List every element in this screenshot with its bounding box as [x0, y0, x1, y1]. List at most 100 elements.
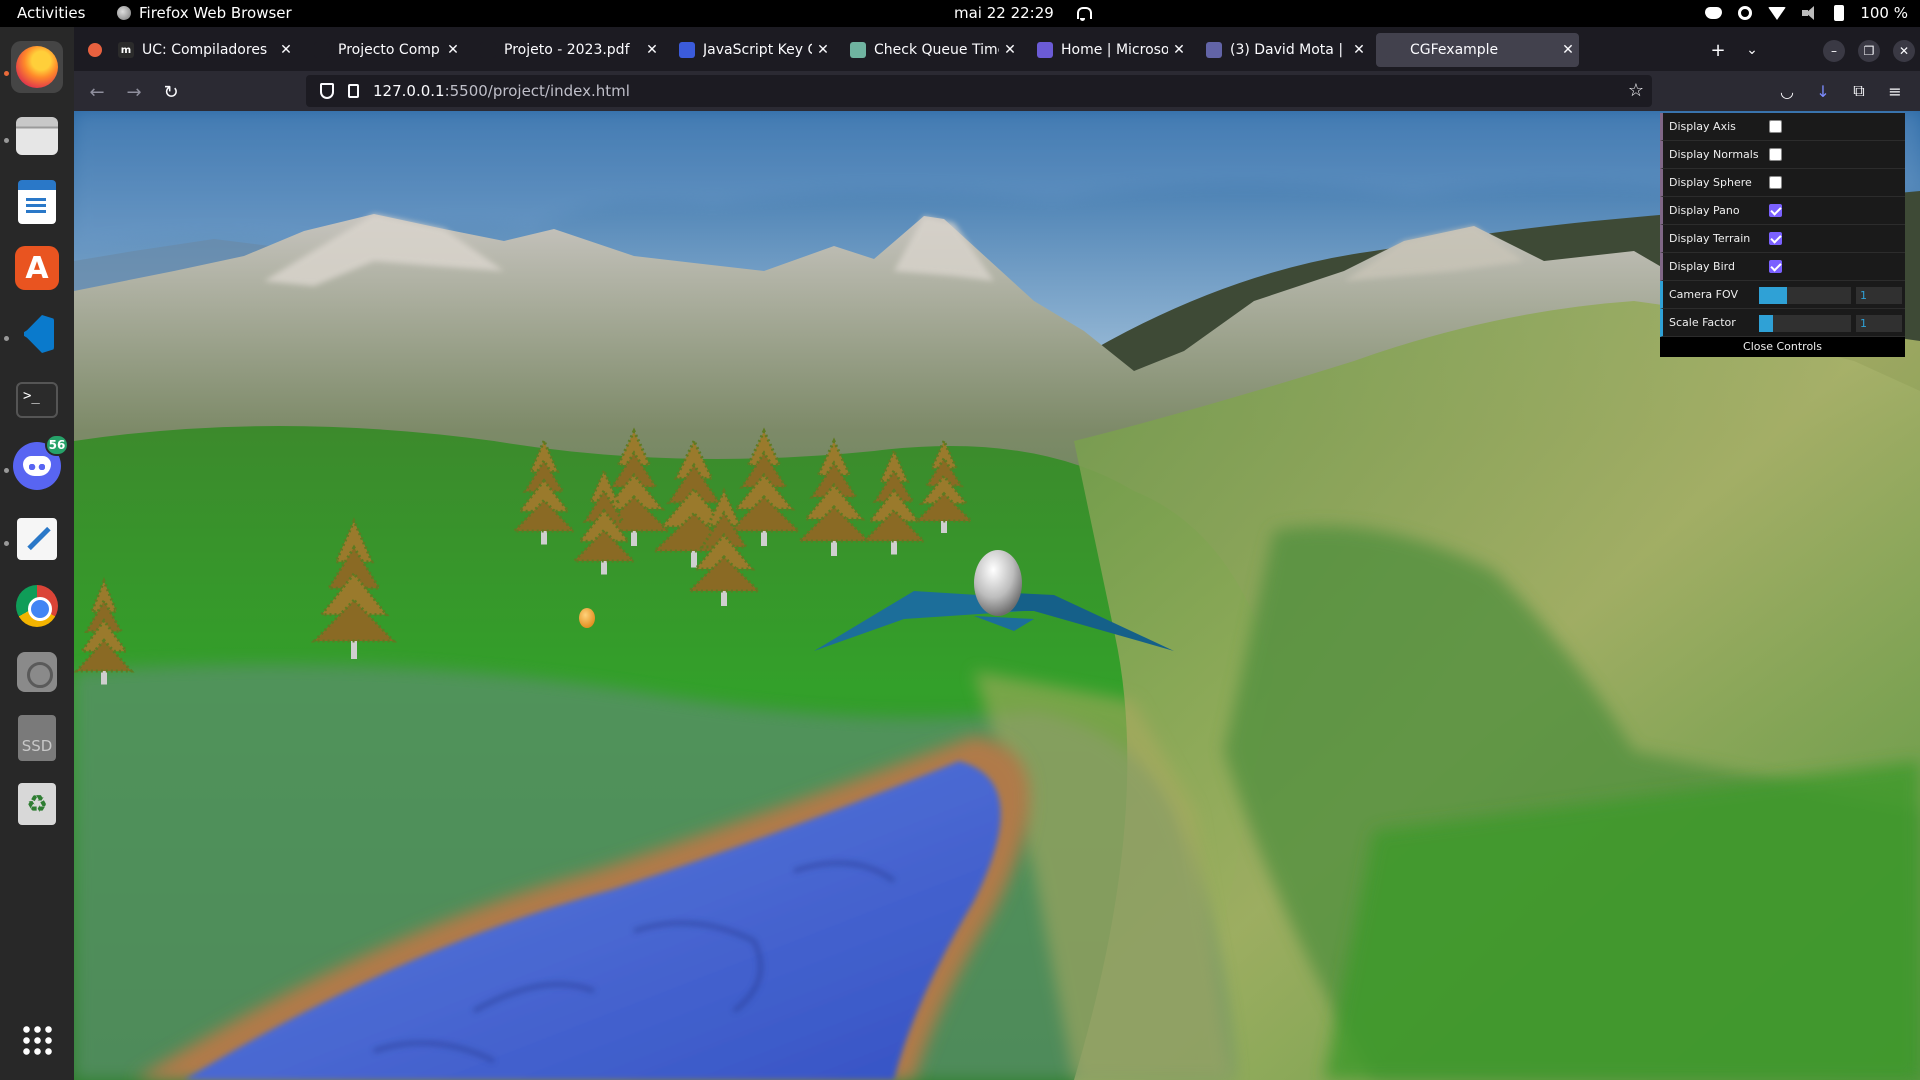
tab-4[interactable]: JavaScript Key Code Ev✕ [669, 33, 834, 67]
url-text[interactable]: 127.0.0.1:5500/project/index.html [373, 82, 630, 100]
running-indicator [4, 336, 9, 341]
tab-title: Home | Microsoft 365 [1061, 42, 1168, 58]
tab-title: JavaScript Key Code Ev [703, 42, 812, 58]
tab-close-icon[interactable]: ✕ [275, 42, 297, 58]
tab-title: Check Queue Time [874, 42, 999, 58]
tab-7[interactable]: (3) David Mota | Micro✕ [1196, 33, 1370, 67]
dock-software[interactable]: A [11, 242, 63, 294]
forward-button[interactable]: → [121, 79, 147, 105]
show-apps-button[interactable] [11, 1014, 63, 1066]
tab-close-icon[interactable]: ✕ [1168, 42, 1190, 58]
files-icon [16, 117, 58, 155]
close-window-button[interactable]: ✕ [1893, 40, 1915, 62]
dock-text-editor[interactable] [11, 513, 63, 565]
bird-egg [579, 608, 595, 628]
gui-checkbox[interactable] [1769, 120, 1782, 133]
tab-close-icon[interactable]: ✕ [641, 42, 663, 58]
tracking-protection-icon[interactable] [320, 83, 334, 99]
gui-row-display-normals: Display Normals [1660, 141, 1905, 169]
tab-close-icon[interactable]: ✕ [1348, 42, 1370, 58]
gui-slider[interactable] [1759, 315, 1851, 332]
extensions-button[interactable]: ⧉ [1848, 80, 1870, 102]
tab-2[interactable]: Projecto Comp 2022-2023✕ [304, 33, 464, 67]
clock-button[interactable]: mai 22 22:29 [954, 4, 1092, 22]
tab-3[interactable]: Projeto - 2023.pdf ✕ [470, 33, 663, 67]
tab-title: CGFexample [1410, 42, 1499, 58]
tab-favicon-icon [679, 42, 695, 58]
gui-checkbox[interactable] [1769, 148, 1782, 161]
tab-1[interactable]: m UC: Compiladores ✕ [108, 33, 297, 67]
trash-icon: ♻ [18, 783, 56, 825]
tab-favicon-icon [314, 42, 330, 58]
night-light-icon [1738, 6, 1753, 20]
dock-disc[interactable] [11, 646, 63, 698]
tab-close-icon[interactable]: ✕ [1557, 42, 1579, 58]
minimize-button[interactable]: – [1823, 40, 1845, 62]
restore-icon: ❐ [1863, 44, 1875, 58]
tab-close-icon[interactable]: ✕ [442, 42, 464, 58]
close-controls-button[interactable]: Close Controls [1660, 337, 1905, 357]
back-button[interactable]: ← [84, 79, 110, 105]
tab-bar: mUC: Compiladores✕Projecto Comp 2022-202… [74, 27, 1920, 71]
url-bar[interactable]: 127.0.0.1:5500/project/index.html ☆ [306, 75, 1652, 107]
tab-favicon-icon [850, 42, 866, 58]
gui-row-label: Camera FOV [1669, 288, 1738, 301]
page-info-icon[interactable] [348, 84, 359, 98]
dock-writer[interactable] [11, 176, 63, 228]
terminal-icon: >_ [16, 382, 58, 418]
gui-checkbox[interactable] [1769, 232, 1782, 245]
system-tray[interactable]: 100 % [1705, 4, 1908, 22]
gui-row-label: Display Normals [1669, 148, 1759, 161]
gui-row-label: Display Sphere [1669, 176, 1752, 189]
dock-terminal[interactable]: >_ [11, 374, 63, 426]
firefox-view-button[interactable] [82, 37, 108, 63]
tab-6[interactable]: Home | Microsoft 365✕ [1027, 33, 1190, 67]
gui-number-input[interactable]: 1 [1856, 315, 1902, 332]
maximize-button[interactable]: ❐ [1858, 40, 1880, 62]
system-top-bar: Activities Firefox Web Browser mai 22 22… [0, 0, 1920, 27]
dock: A >_ 56 SSD ♻ [0, 27, 74, 1080]
disc-icon [17, 652, 57, 692]
discord-tray-icon[interactable] [1705, 7, 1723, 19]
running-indicator [4, 541, 9, 546]
tab-title: (3) David Mota | Micro [1230, 42, 1348, 58]
dock-ssd[interactable]: SSD [11, 712, 63, 764]
activities-button[interactable]: Activities [17, 4, 85, 22]
tab-8[interactable]: CGFexample ✕ [1376, 33, 1579, 67]
tab-close-icon[interactable]: ✕ [812, 42, 834, 58]
tab-favicon-icon [1386, 42, 1402, 58]
gui-checkbox[interactable] [1769, 176, 1782, 189]
gui-number-input[interactable]: 1 [1856, 287, 1902, 304]
dock-discord[interactable]: 56 [11, 434, 69, 492]
battery-label: 100 % [1860, 4, 1908, 22]
list-all-tabs-button[interactable]: ⌄ [1739, 37, 1765, 63]
gui-row-label: Display Pano [1669, 204, 1740, 217]
tab-close-icon[interactable]: ✕ [999, 42, 1021, 58]
gui-slider[interactable] [1759, 287, 1851, 304]
reload-button[interactable]: ↻ [158, 79, 184, 105]
dock-files[interactable] [11, 110, 63, 162]
pocket-button[interactable]: ◡ [1776, 80, 1798, 102]
gui-row-label: Scale Factor [1669, 316, 1736, 329]
firefox-small-icon [117, 6, 131, 20]
gui-checkbox[interactable] [1769, 260, 1782, 273]
gui-row-label: Display Terrain [1669, 232, 1751, 245]
app-menu[interactable]: Firefox Web Browser [117, 4, 292, 22]
new-tab-button[interactable]: + [1705, 37, 1731, 63]
dock-chrome[interactable] [11, 580, 63, 632]
dock-vscode[interactable] [11, 308, 63, 360]
webgl-canvas[interactable] [74, 111, 1920, 1080]
tab-5[interactable]: Check Queue Time ✕ [840, 33, 1021, 67]
dock-firefox[interactable] [11, 41, 63, 93]
app-menu-button[interactable]: ≡ [1884, 80, 1906, 102]
clock-label: mai 22 22:29 [954, 4, 1054, 22]
gui-checkbox[interactable] [1769, 204, 1782, 217]
tab-title: Projeto - 2023.pdf [504, 42, 630, 58]
discord-badge: 56 [45, 434, 69, 456]
dock-trash[interactable]: ♻ [11, 778, 63, 830]
chevron-down-icon: ⌄ [1746, 42, 1758, 58]
bookmark-star-icon[interactable]: ☆ [1628, 80, 1644, 101]
downloads-button[interactable]: ↓ [1812, 80, 1834, 102]
tab-favicon-icon [1206, 42, 1222, 58]
firefox-view-icon [88, 43, 102, 57]
